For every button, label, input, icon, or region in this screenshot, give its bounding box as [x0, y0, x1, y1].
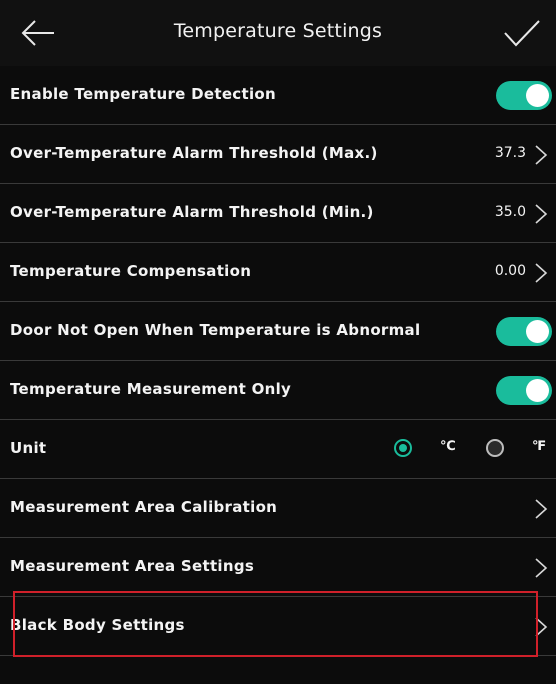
- chevron-right-icon: [535, 499, 548, 519]
- row-temperature-compensation[interactable]: Temperature Compensation 0.00: [0, 243, 556, 302]
- temperature-compensation-value: 0.00: [494, 263, 526, 279]
- checkmark-icon: [504, 20, 540, 47]
- row-label: Measurement Area Settings: [10, 557, 255, 575]
- row-label: Black Body Settings: [10, 616, 185, 634]
- row-label: Enable Temperature Detection: [10, 85, 276, 103]
- row-label: Temperature Measurement Only: [10, 380, 292, 398]
- chevron-right-icon: [535, 204, 548, 224]
- row-measurement-only: Temperature Measurement Only: [0, 361, 556, 420]
- threshold-min-value: 35.0: [494, 204, 526, 220]
- row-measurement-area-calibration[interactable]: Measurement Area Calibration: [0, 479, 556, 538]
- page-title: Temperature Settings: [173, 20, 383, 42]
- row-label: Measurement Area Calibration: [10, 498, 278, 516]
- chevron-right-icon: [535, 263, 548, 283]
- measurement-only-toggle[interactable]: [496, 376, 552, 405]
- row-label: Unit: [10, 439, 47, 457]
- fahrenheit-radio[interactable]: [486, 439, 504, 457]
- row-alarm-threshold-min[interactable]: Over-Temperature Alarm Threshold (Min.) …: [0, 184, 556, 243]
- fahrenheit-label: ℉: [532, 439, 547, 454]
- chevron-right-icon: [535, 558, 548, 578]
- row-label: Door Not Open When Temperature is Abnorm…: [10, 321, 421, 339]
- celsius-label: ℃: [440, 439, 456, 454]
- enable-temperature-detection-toggle[interactable]: [496, 81, 552, 110]
- chevron-right-icon: [535, 145, 548, 165]
- toggle-knob: [526, 320, 549, 343]
- row-black-body-settings[interactable]: Black Body Settings: [0, 597, 556, 656]
- row-enable-temperature-detection: Enable Temperature Detection: [0, 66, 556, 125]
- door-not-open-toggle[interactable]: [496, 317, 552, 346]
- toggle-knob: [526, 84, 549, 107]
- row-label: Over-Temperature Alarm Threshold (Min.): [10, 203, 374, 221]
- celsius-radio[interactable]: [394, 439, 412, 457]
- confirm-button[interactable]: [502, 16, 542, 50]
- row-alarm-threshold-max[interactable]: Over-Temperature Alarm Threshold (Max.) …: [0, 125, 556, 184]
- title-bar: Temperature Settings: [0, 0, 556, 66]
- settings-list: Enable Temperature Detection Over-Temper…: [0, 66, 556, 656]
- row-label: Temperature Compensation: [10, 262, 252, 280]
- row-door-not-open: Door Not Open When Temperature is Abnorm…: [0, 302, 556, 361]
- toggle-knob: [526, 379, 549, 402]
- chevron-right-icon: [535, 617, 548, 637]
- threshold-max-value: 37.3: [494, 145, 526, 161]
- row-label: Over-Temperature Alarm Threshold (Max.): [10, 144, 378, 162]
- row-measurement-area-settings[interactable]: Measurement Area Settings: [0, 538, 556, 597]
- row-unit: Unit ℃ ℉: [0, 420, 556, 479]
